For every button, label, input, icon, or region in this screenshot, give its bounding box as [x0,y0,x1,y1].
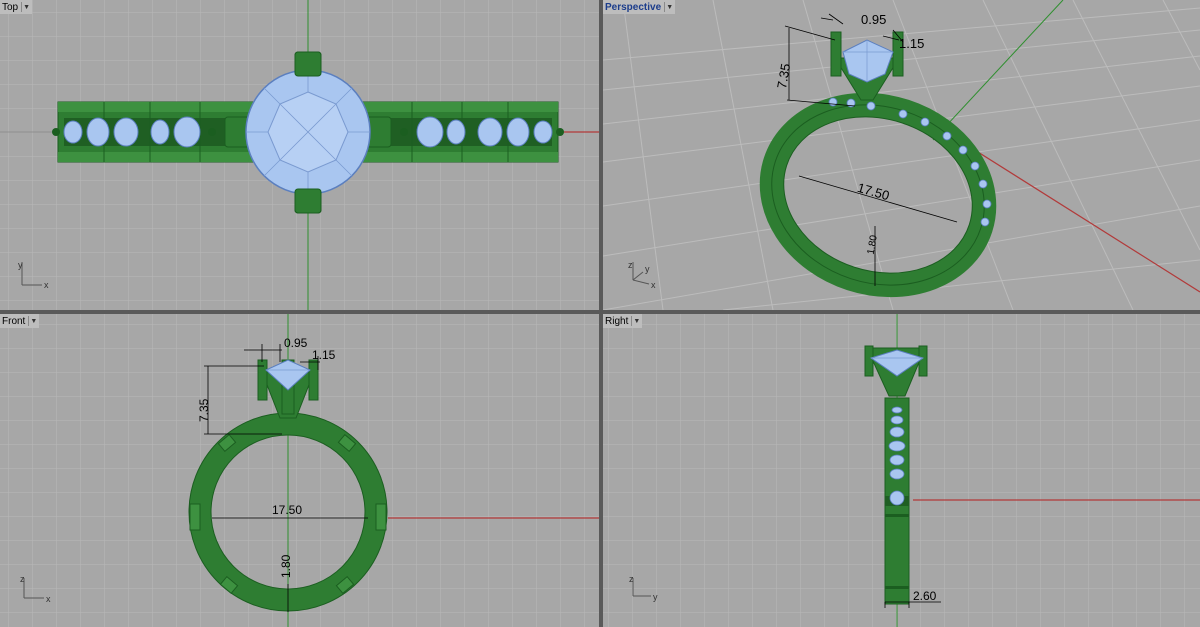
y-axis-line [932,0,1064,141]
construction-grid [0,314,599,627]
axis-indicator: z x y [628,260,656,290]
right-view-canvas[interactable]: 2.60 z y [603,314,1200,627]
axis-label-c: y [645,264,650,274]
perspective-viewport[interactable]: Perspective ▼ 0.95 1.15 7.35 17.50 1.80 … [603,0,1200,310]
viewport-title[interactable]: Perspective [603,2,664,13]
dim-head-height: 7.35 [197,398,211,422]
dim-band-thickness: 1.80 [866,234,880,256]
axis-label-a: y [18,260,23,270]
axis-label-a: z [628,260,633,270]
axis-label-b: x [46,594,51,604]
dim-prong-gap: 0.95 [284,336,308,350]
axis-label-b: x [44,280,49,290]
front-view-canvas[interactable]: 0.95 1.15 7.35 17.50 1.80 z x [0,314,599,627]
dim-prong-width: 1.15 [899,36,924,51]
top-view-canvas[interactable]: y x [0,0,599,310]
front-viewport[interactable]: Front ▼ 0.95 1.15 7.35 17.50 1.80 z x [0,314,599,627]
right-viewport[interactable]: Right ▼ 2.60 z y [603,314,1200,627]
top-viewport[interactable]: Top ▼ y x [0,0,599,310]
dim-prong-width: 1.15 [312,348,336,362]
viewport-title[interactable]: Front [0,316,28,327]
perspective-view-canvas[interactable]: 0.95 1.15 7.35 17.50 1.80 z x y [603,0,1200,310]
viewport-menu-dropdown-icon[interactable]: ▼ [664,2,674,12]
viewport-menu-dropdown-icon[interactable]: ▼ [631,316,641,326]
rhino-four-viewport-layout: Top ▼ y x Perspective ▼ 0.95 1.15 7.35 1… [0,0,1200,627]
viewport-title-bar[interactable]: Front ▼ [0,314,40,328]
viewport-title-bar[interactable]: Perspective ▼ [603,0,676,14]
dim-band-thickness: 1.80 [279,554,293,578]
viewport-menu-dropdown-icon[interactable]: ▼ [21,2,31,12]
axis-label-b: x [651,280,656,290]
axis-label-a: z [629,574,634,584]
dim-band-width: 2.60 [913,589,937,603]
viewport-menu-dropdown-icon[interactable]: ▼ [28,316,38,326]
viewport-title-bar[interactable]: Top ▼ [0,0,33,14]
viewport-title-bar[interactable]: Right ▼ [603,314,643,328]
axis-label-b: y [653,592,658,602]
axis-label-a: z [20,574,25,584]
dim-prong-gap: 0.95 [861,12,886,27]
viewport-title[interactable]: Top [0,2,21,13]
dim-inner-diameter: 17.50 [272,503,302,517]
dim-head-height: 7.35 [774,62,793,90]
viewport-title[interactable]: Right [603,316,631,327]
